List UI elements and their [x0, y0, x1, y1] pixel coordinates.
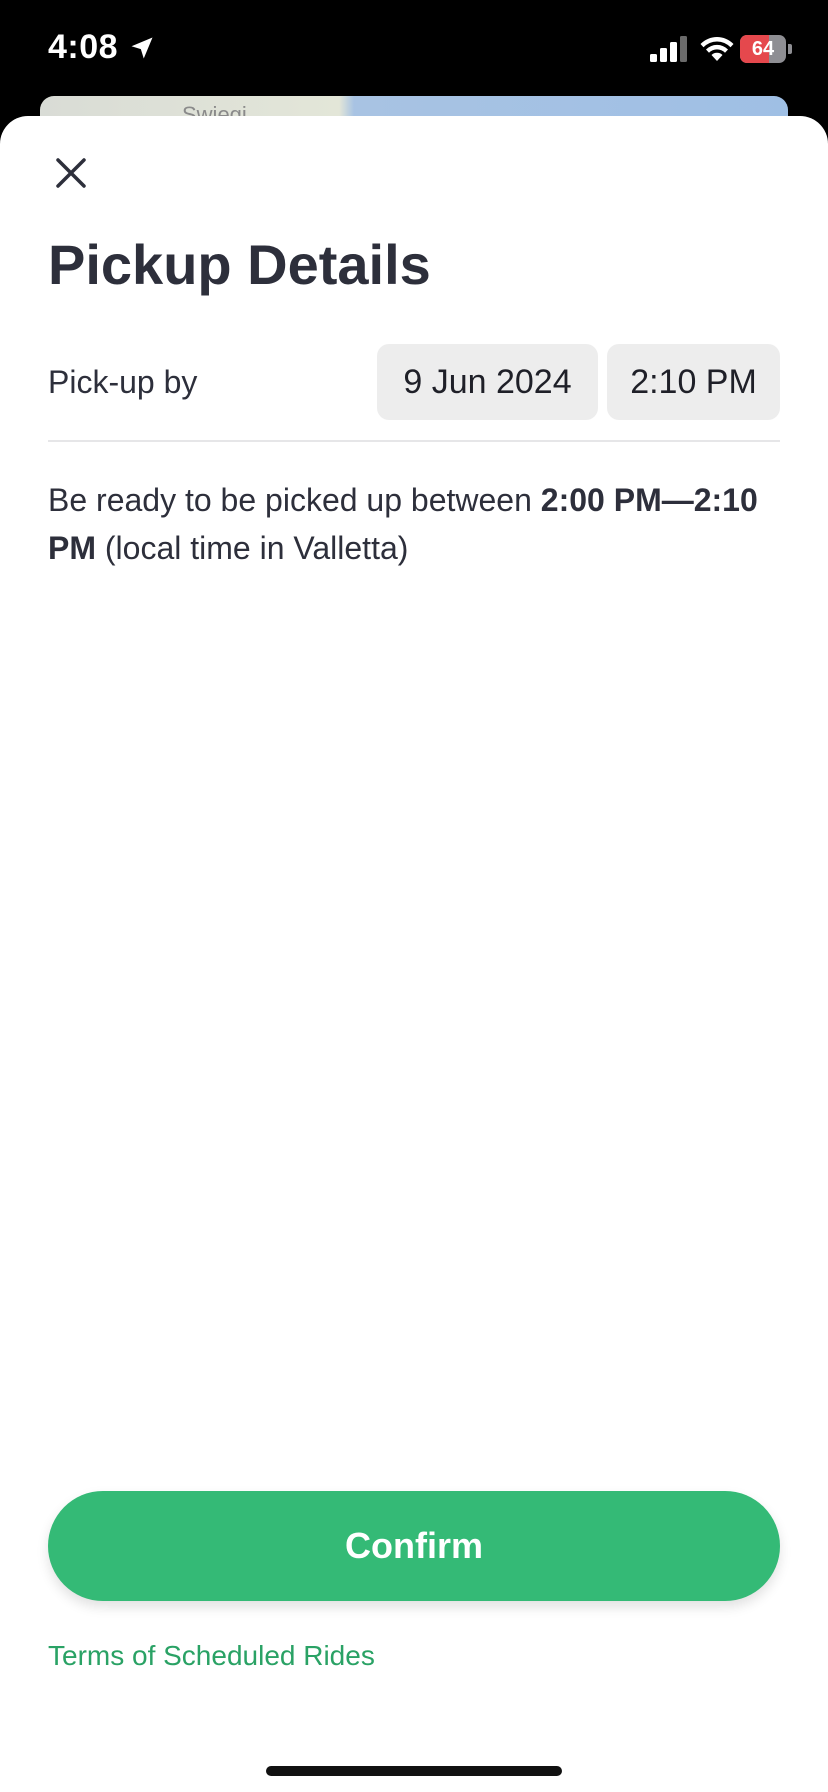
pickup-by-label: Pick-up by [48, 364, 198, 400]
pickup-time-selector[interactable]: 2:10 PM [607, 344, 780, 420]
app-screen: 4:08 64 Swiegi Pickup Details Pick-up by… [0, 0, 828, 1792]
battery-body: 64 [740, 35, 786, 63]
battery-charging-icon: 64 [740, 35, 792, 63]
pickup-date-selector[interactable]: 9 Jun 2024 [377, 344, 598, 420]
battery-level: 64 [740, 35, 786, 63]
pickup-window-notice: Be ready to be picked up between 2:00 PM… [48, 476, 780, 572]
terms-of-scheduled-rides-link[interactable]: Terms of Scheduled Rides [48, 1640, 375, 1672]
battery-level-text: 64 [751, 38, 775, 60]
divider [48, 440, 780, 442]
home-indicator [266, 1766, 562, 1776]
pickup-details-sheet: Pickup Details Pick-up by 9 Jun 2024 2:1… [0, 116, 828, 1792]
pickup-by-row: Pick-up by 9 Jun 2024 2:10 PM [48, 344, 780, 420]
close-icon [56, 158, 86, 188]
status-time: 4:08 [48, 28, 119, 66]
page-title: Pickup Details [48, 233, 431, 296]
battery-tip [788, 44, 792, 54]
close-button[interactable] [48, 150, 94, 196]
pickup-window-prefix: Be ready to be picked up between [48, 482, 541, 518]
status-bar: 4:08 64 [0, 0, 828, 100]
cellular-signal-icon [650, 36, 687, 62]
wifi-icon [700, 37, 734, 61]
location-arrow-icon [131, 37, 153, 59]
confirm-button[interactable]: Confirm [48, 1491, 780, 1601]
pickup-window-suffix: (local time in Valletta) [96, 530, 409, 566]
